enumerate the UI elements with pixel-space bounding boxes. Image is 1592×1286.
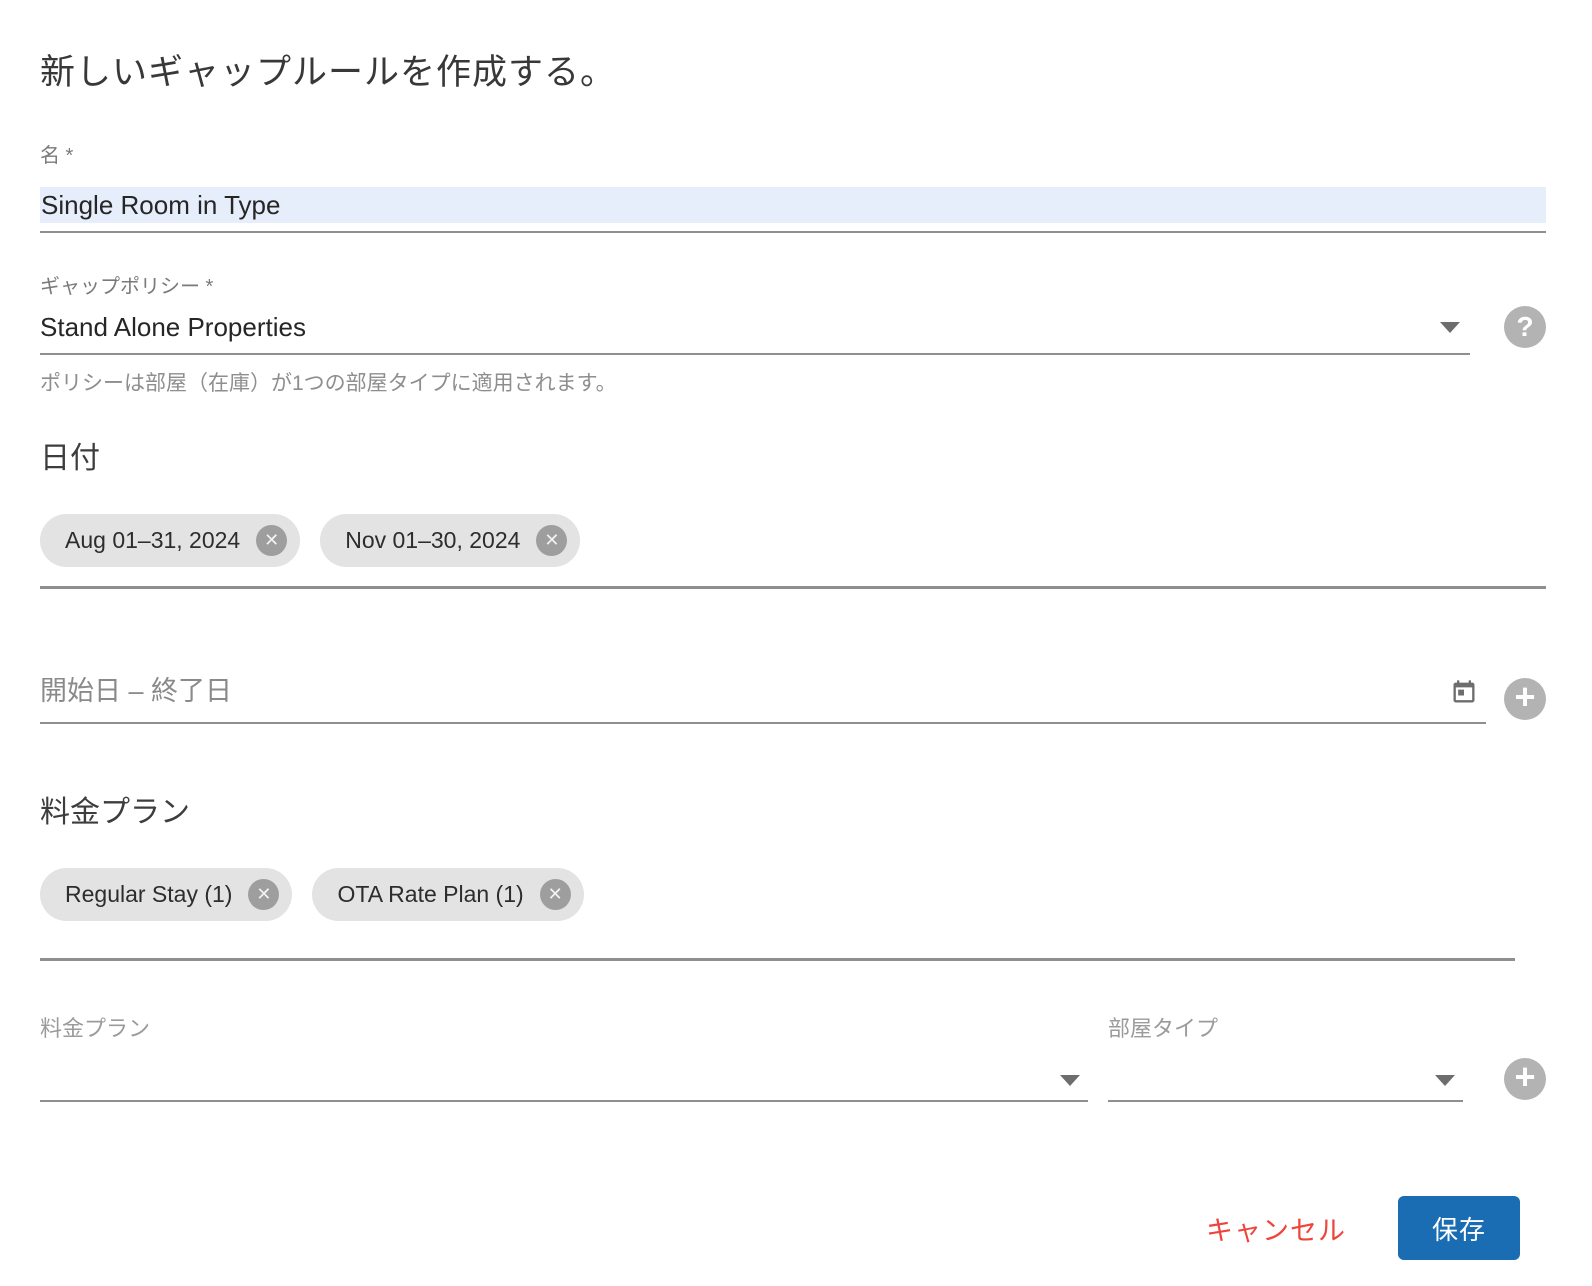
dates-section-title: 日付 bbox=[40, 442, 100, 475]
name-input[interactable]: Single Room in Type bbox=[40, 187, 1546, 233]
add-date-range-button[interactable]: + bbox=[1504, 678, 1546, 720]
name-field-label: 名 * bbox=[40, 145, 74, 167]
rate-plans-divider bbox=[40, 958, 1515, 961]
create-gap-rule-dialog: 新しいギャップルールを作成する。 名 * Single Room in Type… bbox=[0, 44, 1592, 1286]
date-range-row: 開始日 – 終了日 + bbox=[40, 635, 1546, 724]
save-button[interactable]: 保存 bbox=[1398, 1196, 1520, 1260]
dialog-title: 新しいギャップルールを作成する。 bbox=[40, 53, 617, 92]
dates-divider bbox=[40, 586, 1546, 589]
rate-plan-select[interactable]: 料金プラン bbox=[40, 1016, 1088, 1102]
date-chips-row: Aug 01–31, 2024 ✕ Nov 01–30, 2024 ✕ bbox=[40, 514, 1546, 567]
rate-plan-select-label: 料金プラン bbox=[40, 1016, 151, 1041]
rate-plan-mapping-row: 料金プラン 部屋タイプ + bbox=[40, 1016, 1546, 1102]
rate-plan-chips-row: Regular Stay (1) ✕ OTA Rate Plan (1) ✕ bbox=[40, 868, 1546, 921]
remove-rate-plan-chip-button[interactable]: ✕ bbox=[248, 879, 280, 910]
remove-rate-plan-chip-button[interactable]: ✕ bbox=[539, 879, 571, 910]
dialog-actions: キャンセル 保存 bbox=[40, 1196, 1546, 1260]
room-type-select-field[interactable] bbox=[1108, 1042, 1463, 1100]
policy-field-label: ギャップポリシー * bbox=[40, 276, 214, 298]
date-range-input[interactable]: 開始日 – 終了日 bbox=[40, 635, 1486, 724]
rate-plan-chip-label: Regular Stay (1) bbox=[65, 881, 233, 907]
room-type-select[interactable]: 部屋タイプ bbox=[1108, 1016, 1463, 1102]
date-chip-label: Nov 01–30, 2024 bbox=[345, 527, 521, 553]
date-range-placeholder: 開始日 – 終了日 bbox=[40, 676, 233, 706]
chevron-down-icon bbox=[1440, 322, 1460, 333]
date-chip: Nov 01–30, 2024 ✕ bbox=[320, 514, 581, 567]
policy-row: Stand Alone Properties ? bbox=[40, 298, 1546, 355]
rate-plan-chip: OTA Rate Plan (1) ✕ bbox=[312, 868, 584, 921]
chevron-down-icon bbox=[1435, 1075, 1455, 1086]
gap-policy-selected-value: Stand Alone Properties bbox=[40, 312, 306, 342]
rate-plans-section-title: 料金プラン bbox=[40, 796, 190, 829]
name-input-value: Single Room in Type bbox=[40, 187, 1546, 223]
date-chip-label: Aug 01–31, 2024 bbox=[65, 527, 241, 553]
policy-helper-text: ポリシーは部屋（在庫）が1つの部屋タイプに適用されます。 bbox=[40, 372, 617, 395]
gap-policy-select[interactable]: Stand Alone Properties bbox=[40, 298, 1470, 355]
remove-date-chip-button[interactable]: ✕ bbox=[536, 525, 568, 556]
date-chip: Aug 01–31, 2024 ✕ bbox=[40, 514, 301, 567]
add-rate-plan-mapping-button[interactable]: + bbox=[1504, 1058, 1546, 1100]
rate-plan-chip: Regular Stay (1) ✕ bbox=[40, 868, 293, 921]
help-icon[interactable]: ? bbox=[1504, 305, 1546, 348]
remove-date-chip-button[interactable]: ✕ bbox=[256, 525, 288, 556]
cancel-button[interactable]: キャンセル bbox=[1206, 1209, 1346, 1248]
calendar-icon[interactable] bbox=[1450, 678, 1478, 706]
rate-plan-chip-label: OTA Rate Plan (1) bbox=[337, 881, 524, 907]
room-type-select-label: 部屋タイプ bbox=[1108, 1016, 1219, 1041]
rate-plan-select-field[interactable] bbox=[40, 1042, 1088, 1100]
chevron-down-icon bbox=[1060, 1075, 1080, 1086]
